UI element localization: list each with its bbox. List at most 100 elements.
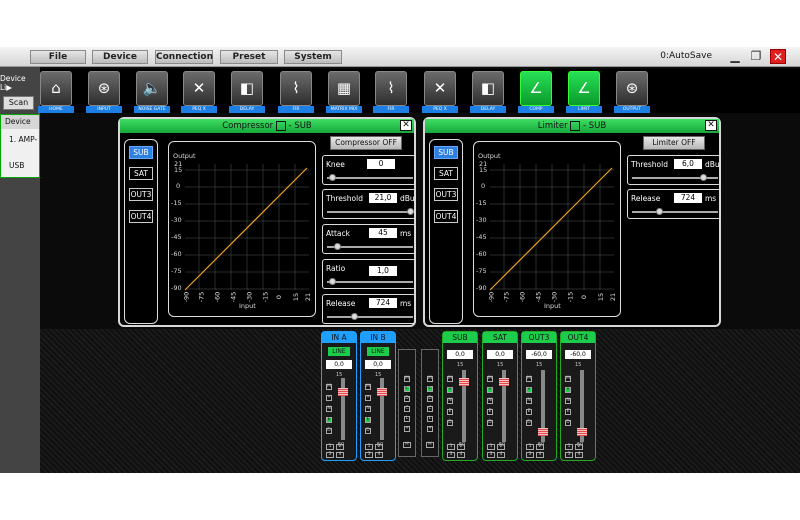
limiter-off-button[interactable]: Limiter OFF xyxy=(643,136,705,150)
strip-button[interactable]: D xyxy=(365,428,371,434)
fader-handle[interactable] xyxy=(338,388,348,396)
gain-value[interactable]: -60,0 xyxy=(526,350,552,359)
bus-button[interactable]: L xyxy=(427,416,433,422)
fader-handle[interactable] xyxy=(577,428,587,436)
maximize-icon[interactable]: ❐ xyxy=(748,49,764,64)
strip-button[interactable]: + xyxy=(365,395,371,401)
strip-button[interactable]: M xyxy=(326,384,332,390)
tool-input[interactable]: ⊛ INPUT xyxy=(86,71,122,113)
fader-handle[interactable] xyxy=(459,378,469,386)
gain-value[interactable]: -60,0 xyxy=(565,350,591,359)
limiter-release-slider-handle[interactable] xyxy=(656,208,663,215)
comp-channel-sat[interactable]: SAT xyxy=(129,167,153,180)
strip-button[interactable]: M xyxy=(487,376,493,382)
strip-name[interactable]: SAT xyxy=(483,332,517,343)
compressor-close-icon[interactable]: ✕ xyxy=(400,120,412,131)
slider-track[interactable] xyxy=(327,316,413,318)
routing-button[interactable]: 1 xyxy=(447,444,455,450)
bus-button[interactable]: C xyxy=(404,386,410,392)
threshold-value-input[interactable]: 21,0 xyxy=(369,193,397,203)
tool-noise-gate[interactable]: 🔈 NOISE GATE xyxy=(134,71,170,113)
tool-delay-2[interactable]: ◧ DELAY xyxy=(470,71,506,113)
strip-button[interactable]: D xyxy=(326,428,332,434)
fader-handle[interactable] xyxy=(377,388,387,396)
tool-peq-x-2[interactable]: ✕ PEQ X xyxy=(422,71,458,113)
strip-button[interactable]: N xyxy=(326,406,332,412)
strip-button[interactable]: N xyxy=(526,398,532,404)
strip-button[interactable]: E xyxy=(365,417,371,423)
strip-name[interactable]: OUT3 xyxy=(522,332,556,343)
strip-name[interactable]: SUB xyxy=(443,332,477,343)
attack-value-input[interactable]: 45 xyxy=(369,228,397,238)
strip-button[interactable]: M xyxy=(565,376,571,382)
bus-button[interactable]: + xyxy=(427,426,433,432)
tool-delay-1[interactable]: ◧ DELAY xyxy=(229,71,265,113)
bus-foot-button[interactable]: H xyxy=(426,442,434,448)
gain-value[interactable]: 0,0 xyxy=(487,350,513,359)
gain-value[interactable]: 0,0 xyxy=(365,360,391,369)
tool-limit[interactable]: ∠ LIMIT xyxy=(566,71,602,113)
line-button[interactable]: LINE xyxy=(367,347,389,356)
routing-button[interactable]: 2 xyxy=(575,444,583,450)
slider-track[interactable] xyxy=(327,211,413,213)
strip-name[interactable]: IN B xyxy=(361,332,395,343)
strip-button[interactable]: E xyxy=(447,409,453,415)
comp-channel-out3[interactable]: OUT3 xyxy=(129,188,153,201)
routing-button[interactable]: 4 xyxy=(336,452,344,458)
routing-button[interactable]: 3 xyxy=(487,452,495,458)
strip-name[interactable]: IN A xyxy=(322,332,356,343)
limiter-release-value-input[interactable]: 724 xyxy=(674,193,702,203)
tool-matrix-mix[interactable]: ▦ MATRIX MIX xyxy=(326,71,362,113)
strip-button[interactable]: D xyxy=(447,420,453,426)
routing-button[interactable]: 3 xyxy=(326,452,334,458)
compressor-enable-checkbox[interactable] xyxy=(275,120,286,131)
bus-button[interactable]: + xyxy=(404,426,410,432)
knee-value-input[interactable]: 0 xyxy=(367,159,395,169)
release-slider-handle[interactable] xyxy=(351,313,358,320)
routing-button[interactable]: 1 xyxy=(526,444,534,450)
ratio-slider-handle[interactable] xyxy=(328,278,336,285)
limiter-close-icon[interactable]: ✕ xyxy=(705,120,717,131)
strip-button[interactable]: + xyxy=(526,387,532,393)
device-item-amp[interactable]: 1. AMP- xyxy=(9,135,37,144)
strip-button[interactable]: E xyxy=(487,409,493,415)
knee-slider-handle[interactable] xyxy=(328,174,336,181)
strip-button[interactable]: E xyxy=(565,409,571,415)
tool-output[interactable]: ⊛ OUTPUT xyxy=(614,71,650,113)
routing-button[interactable]: 4 xyxy=(497,452,505,458)
strip-button[interactable]: E xyxy=(326,417,332,423)
routing-button[interactable]: 1 xyxy=(565,444,573,450)
routing-button[interactable]: 3 xyxy=(565,452,573,458)
strip-button[interactable]: + xyxy=(447,387,453,393)
routing-button[interactable]: 2 xyxy=(375,444,383,450)
fader-handle[interactable] xyxy=(499,378,509,386)
routing-button[interactable]: 4 xyxy=(375,452,383,458)
routing-button[interactable]: 1 xyxy=(487,444,495,450)
slider-track[interactable] xyxy=(632,211,718,213)
strip-button[interactable]: N xyxy=(565,398,571,404)
routing-button[interactable]: 1 xyxy=(326,444,334,450)
tool-home[interactable]: ⌂ HOME xyxy=(38,71,74,113)
menu-connection[interactable]: Connection xyxy=(155,50,213,64)
line-button[interactable]: LINE xyxy=(328,347,350,356)
scan-button[interactable]: Scan xyxy=(3,96,34,110)
limiter-threshold-slider-handle[interactable] xyxy=(700,174,707,181)
strip-button[interactable]: + xyxy=(326,395,332,401)
menu-preset[interactable]: Preset xyxy=(220,50,278,64)
bus-button[interactable]: C xyxy=(427,406,433,412)
release-value-input[interactable]: 724 xyxy=(369,298,397,308)
strip-button[interactable]: M xyxy=(526,376,532,382)
bus-button[interactable]: M xyxy=(404,376,410,382)
tool-fir-2[interactable]: ⌇ FIR xyxy=(373,71,409,113)
bus-button[interactable]: C xyxy=(404,406,410,412)
strip-button[interactable]: M xyxy=(365,384,371,390)
routing-button[interactable]: 4 xyxy=(536,452,544,458)
limiter-enable-checkbox[interactable] xyxy=(570,120,581,131)
routing-button[interactable]: 3 xyxy=(526,452,534,458)
lim-channel-out3[interactable]: OUT3 xyxy=(434,188,458,201)
lim-channel-sat[interactable]: SAT xyxy=(434,167,458,180)
lim-channel-out4[interactable]: OUT4 xyxy=(434,210,458,223)
routing-button[interactable]: 2 xyxy=(457,444,465,450)
comp-channel-sub[interactable]: SUB xyxy=(129,146,153,159)
routing-button[interactable]: 3 xyxy=(447,452,455,458)
